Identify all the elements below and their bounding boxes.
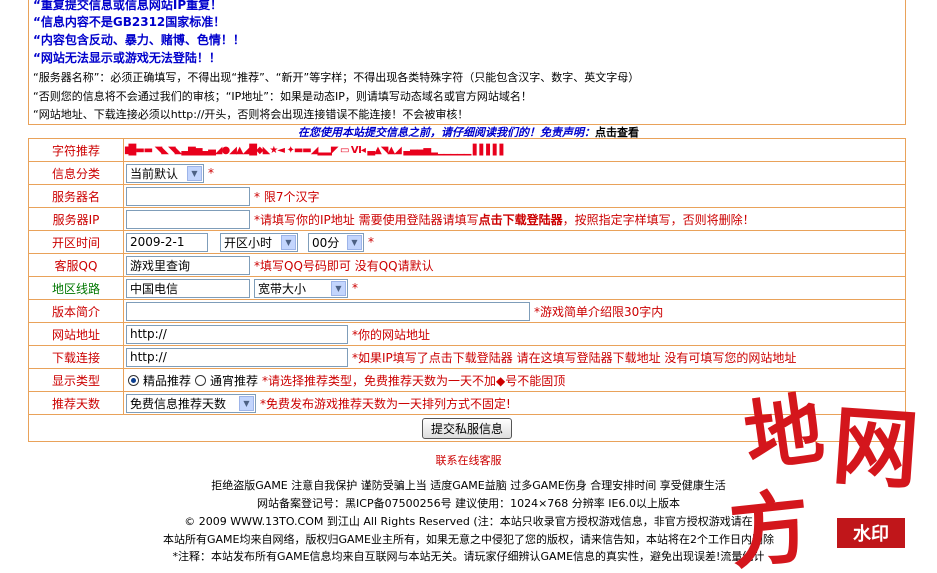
footer-line-5: *注释：本站发布所有GAME信息均来自互联网与本站无关。请玩家仔细辨认GAME信…: [172, 550, 765, 563]
radio-premium[interactable]: [128, 374, 139, 386]
open-time-label: 开区时间: [28, 230, 124, 254]
footer-line-1: 拒绝盗版GAME 注意自我保护 谨防受骗上当 适度GAME益脑 过多GAME伤身…: [211, 479, 726, 492]
service-qq-input[interactable]: [126, 255, 250, 275]
footer-line-3: © 2009 WWW.13TO.COM 到江山 All Rights Reser…: [184, 515, 753, 528]
chevron-down-icon: ▼: [239, 395, 254, 411]
category-hint: *: [208, 166, 214, 180]
category-label: 信息分类: [28, 161, 124, 185]
footer-line-2: 网站备案登记号：黑ICP备07500256号 建议使用：1024×768 分辨率…: [257, 497, 680, 510]
chevron-down-icon: ▼: [187, 165, 202, 181]
download-input[interactable]: [126, 347, 348, 367]
submit-form: 字符推荐 ▮█▬▬ ◥◣◥◣▃▆▅▃▄◢●◢▲◢█◆◣★◄ ✦▬▬◢▂▂◤ ▭ …: [28, 138, 906, 442]
footer-line-4: 本站所有GAME均来自网络，版权归GAME业主所有，如果无意之中侵犯了您的版权，…: [163, 533, 774, 546]
open-minute-value: 00分: [312, 235, 340, 250]
server-ip-hint: *请填写你的IP地址 需要使用登陆器请填写点击下载登陆器，按照指定字样填写，否则…: [254, 211, 755, 228]
chevron-down-icon: ▼: [347, 234, 362, 250]
open-minute-select[interactable]: 00分 ▼: [308, 232, 364, 252]
display-label: 显示类型: [28, 368, 124, 392]
radio-premium-label: 精品推荐: [143, 373, 192, 388]
open-hour-select[interactable]: 开区小时 ▼: [220, 232, 298, 252]
notice-blue-2: “信息内容不是GB2312国家标准！: [33, 15, 226, 29]
download-hint: *如果IP填写了点击下载登陆器 请在这填写登陆器下载地址 没有可填写您的网站地址: [352, 350, 797, 365]
notice-box: “重复提交信息或信息网站IP重复！ “信息内容不是GB2312国家标准！ “内容…: [28, 0, 906, 125]
symbol-picker: ▮█▬▬ ◥◣◥◣▃▆▅▃▄◢●◢▲◢█◆◣★◄ ✦▬▬◢▂▂◤ ▭ Ⅵ◂ ▃▲…: [123, 138, 906, 162]
server-ip-input[interactable]: [126, 209, 250, 229]
website-input[interactable]: [126, 324, 348, 344]
notice-rule-1: “服务器名称”：必须正确填写，不得出现“推荐”、“新开”等字样；不得出现各类特殊…: [33, 71, 640, 84]
open-date-input[interactable]: [126, 232, 208, 252]
server-name-input[interactable]: [126, 186, 250, 206]
intro-input[interactable]: [126, 301, 530, 321]
days-value: 免费信息推荐天数: [130, 396, 227, 411]
service-qq-label: 客服QQ: [28, 253, 124, 277]
open-hour-value: 开区小时: [224, 235, 273, 250]
line-input[interactable]: [126, 278, 250, 298]
website-hint: *你的网站地址: [352, 327, 431, 342]
days-label: 推荐天数: [28, 391, 124, 415]
intro-label: 版本简介: [28, 299, 124, 323]
radio-overnight[interactable]: [195, 374, 207, 386]
server-name-hint: * 限7个汉字: [254, 189, 320, 204]
download-label: 下载连接: [28, 345, 124, 369]
line-hint: *: [352, 281, 358, 295]
bandwidth-select[interactable]: 宽带大小 ▼: [254, 278, 348, 298]
symbol-label: 字符推荐: [28, 138, 124, 162]
online-service-link[interactable]: 联系在线客服: [0, 452, 937, 468]
days-hint: *免费发布游戏推荐天数为一天排列方式不固定!: [260, 396, 511, 411]
category-select[interactable]: 当前默认 ▼: [126, 163, 204, 183]
server-ip-hint-text: *请填写你的IP地址 需要使用登陆器请填写: [254, 212, 479, 227]
display-hint: *请选择推荐类型，免费推荐天数为一天不加◆号不能固顶: [262, 373, 566, 388]
chevron-down-icon: ▼: [281, 234, 296, 250]
special-symbols-strip[interactable]: ▮█▬▬ ◥◣◥◣▃▆▅▃▄◢●◢▲◢█◆◣★◄ ✦▬▬◢▂▂◤ ▭ Ⅵ◂ ▃▲…: [124, 143, 905, 157]
open-time-hint: *: [368, 235, 374, 249]
website-label: 网站地址: [28, 322, 124, 346]
server-ip-hint-tail: ，按照指定字样填写，否则将删除！: [562, 212, 755, 227]
service-qq-hint: *填写QQ号码即可 没有QQ请默认: [254, 258, 434, 273]
notice-blue-1: “重复提交信息或信息网站IP重复！: [33, 0, 223, 12]
download-launcher-link[interactable]: 点击下载登陆器: [479, 213, 563, 227]
notice-blue-3: “内容包含反动、暴力、赌博、色情！！: [33, 33, 245, 47]
bandwidth-value: 宽带大小: [258, 281, 307, 296]
category-select-value: 当前默认: [130, 166, 179, 181]
radio-overnight-label: 通宵推荐: [210, 373, 259, 388]
submit-button[interactable]: 提交私服信息: [421, 417, 512, 439]
symbol-glyphs[interactable]: ▮█▬▬ ◥◣◥◣▃▆▅▃▄◢●◢▲◢█◆◣★◄ ✦▬▬◢▂▂◤ ▭ Ⅵ◂ ▃▲…: [124, 145, 507, 156]
server-ip-label: 服务器IP: [28, 207, 124, 231]
notice-rule-3: “网站地址、下载连接必须以http://开头，否则将会出现连接错误不能连接！不会…: [33, 108, 469, 121]
days-select[interactable]: 免费信息推荐天数 ▼: [126, 393, 256, 413]
intro-hint: *游戏简单介绍限30字内: [534, 304, 664, 319]
line-label: 地区线路: [28, 276, 124, 300]
notice-blue-4: “网站无法显示或游戏无法登陆！！: [33, 51, 221, 65]
notice-rule-2: “否则您的信息将不会通过我们的审核；“IP地址”：如果是动态IP，则请填写动态域…: [33, 90, 532, 103]
chevron-down-icon: ▼: [331, 280, 346, 296]
server-name-label: 服务器名: [28, 184, 124, 208]
